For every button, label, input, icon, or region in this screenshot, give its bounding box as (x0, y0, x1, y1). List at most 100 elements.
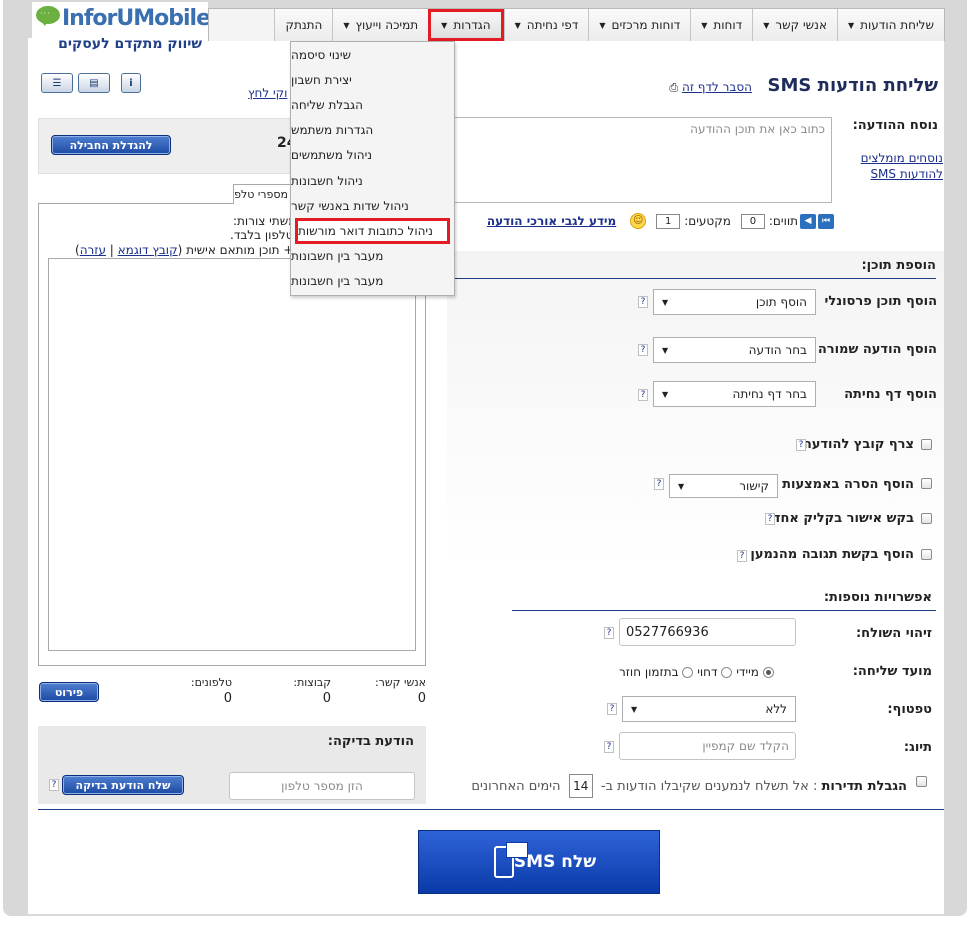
help-question-icon[interactable]: ? (604, 741, 614, 753)
one-click-checkbox[interactable] (921, 513, 932, 524)
dropdown-arrow-icon: ▼ (662, 389, 669, 399)
chevron-down-icon: ▼ (343, 20, 350, 30)
options-title: אפשרויות נוספות: (823, 590, 932, 605)
reply-request-label: הוסף בקשת תגובה מהנמען (750, 547, 914, 562)
prev-page-icon[interactable]: ◀ (800, 213, 816, 229)
help-question-icon[interactable]: ? (638, 389, 648, 401)
radio-immediate[interactable] (762, 667, 774, 678)
brand-logo[interactable]: ··· InforUMobile שיווק מתקדם לעסקים (32, 2, 211, 70)
help-link[interactable]: הסבר לדף זה (682, 80, 752, 94)
info-button[interactable]: i (121, 73, 141, 93)
page-help[interactable]: הסבר לדף זה ⎙ (669, 80, 752, 95)
section-divider (452, 278, 936, 279)
brand-name: InforUMobile (62, 6, 211, 31)
help-question-icon[interactable]: ? (604, 627, 614, 639)
send-sms-button[interactable]: שלח SMS (418, 830, 660, 894)
one-click-label: בקש אישור בקליק אחד (772, 511, 914, 526)
stat-contacts: אנשי קשר: 0 (374, 676, 426, 706)
brand-slogan: שיווק מתקדם לעסקים (58, 36, 202, 52)
segments-count: 1 (656, 213, 681, 229)
dropdown-item-create-account[interactable]: יצירת חשבון (291, 67, 454, 92)
flag-language-button[interactable]: ▤ (78, 73, 110, 93)
attach-file-checkbox[interactable] (921, 439, 932, 450)
instructions-line-1: משתי צורות: (233, 214, 297, 228)
dropdown-arrow-icon: ▼ (662, 297, 669, 307)
printer-icon: ⎙ (669, 81, 679, 94)
sender-input[interactable]: 0527766936 (619, 618, 796, 646)
menu-contacts[interactable]: אנשי קשר ▼ (752, 9, 837, 41)
first-page-icon[interactable]: ⏮ (818, 213, 834, 229)
phone-message-icon (493, 842, 528, 878)
typotip-select[interactable]: ללא ▼ (622, 696, 796, 722)
dropdown-item-change-password[interactable]: שינוי סיסמה (291, 42, 454, 67)
help-question-icon[interactable]: ? (638, 296, 648, 308)
menu-logout[interactable]: התנתק (274, 9, 333, 41)
radio-recurring[interactable] (682, 667, 694, 678)
chevron-down-icon: ▼ (763, 20, 770, 30)
unsubscribe-select[interactable]: קישור ▼ (669, 474, 778, 498)
details-button[interactable]: פירוט (39, 682, 99, 702)
text-direction-button[interactable]: ☰ (41, 73, 73, 93)
dropdown-item-manage-accounts[interactable]: ניהול חשבונות (291, 168, 454, 193)
help-link-left[interactable]: עזרה (80, 243, 106, 257)
menu-reports[interactable]: דוחות ▼ (690, 9, 753, 41)
help-question-icon[interactable]: ? (765, 513, 775, 525)
chat-dots-icon: ··· (40, 9, 51, 18)
help-question-icon[interactable]: ? (654, 478, 664, 490)
align-icon: ☰ (52, 77, 62, 89)
tab-phone-numbers[interactable]: מספרי טלפון (233, 184, 293, 204)
frequency-days-input[interactable]: 14 (568, 774, 593, 798)
personal-content-select[interactable]: הוסף תוכן ▼ (653, 289, 816, 315)
saved-message-select[interactable]: בחר הודעה ▼ (653, 337, 816, 363)
message-textarea[interactable]: כתוב כאן את תוכן ההודעה (452, 117, 832, 203)
top-menu: שליחת הודעות ▼ אנשי קשר ▼ דוחות ▼ דוחות מרכ… (208, 8, 945, 41)
dropdown-arrow-icon: ▼ (662, 345, 669, 355)
options-divider (512, 610, 936, 611)
help-question-icon[interactable]: ? (796, 439, 806, 451)
segments-label: מקטעים: (684, 214, 731, 228)
reply-request-checkbox[interactable] (921, 549, 932, 560)
phones-textarea[interactable]: טלפון (48, 258, 416, 651)
chevron-down-icon: ▼ (514, 20, 521, 30)
dropdown-item-switch-account-2[interactable]: מעבר בין חשבונות (291, 269, 454, 294)
test-phone-input[interactable]: הזן מספר טלפון (229, 772, 415, 800)
quick-link[interactable]: וקי לחץ (248, 86, 287, 100)
unsubscribe-checkbox[interactable] (921, 478, 932, 489)
tag-input[interactable]: הקלד שם קמפיין (619, 732, 796, 760)
menu-landing-pages[interactable]: דפי נחיתה ▼ (503, 9, 589, 41)
menu-settings[interactable]: הגדרות ▼ (428, 9, 504, 41)
help-question-icon[interactable]: ? (737, 550, 747, 562)
emoji-icon[interactable]: ☺ (630, 213, 647, 229)
radio-delayed[interactable] (721, 667, 733, 678)
help-question-icon[interactable]: ? (607, 703, 617, 715)
settings-dropdown: שינוי סיסמה יצירת חשבון הגבלת שליחה הגדר… (290, 41, 455, 296)
dropdown-item-contact-fields[interactable]: ניהול שדות באנשי קשר (291, 193, 454, 218)
message-label: נוסח ההודעה: (852, 118, 938, 133)
sender-label: זיהוי השולח: (855, 626, 932, 641)
help-question-icon[interactable]: ? (638, 344, 648, 356)
bottom-divider (38, 809, 944, 810)
enlarge-package-button[interactable]: להגדלת החבילה (51, 135, 171, 155)
dropdown-item-user-settings[interactable]: הגדרות משתמש (291, 118, 454, 143)
frequency-checkbox[interactable] (916, 776, 927, 787)
landing-page-select[interactable]: בחר דף נחיתה ▼ (653, 381, 816, 407)
dropdown-item-send-limit[interactable]: הגבלת שליחה (291, 92, 454, 117)
help-question-icon[interactable]: ? (49, 779, 59, 791)
unsubscribe-label: הוסף הסרה באמצעות (782, 477, 914, 492)
chevron-down-icon: ▼ (847, 20, 855, 30)
timing-label: מועד שליחה: (852, 664, 932, 679)
tag-label: תיוג: (903, 740, 932, 755)
menu-support[interactable]: תמיכה וייעוץ ▼ (332, 9, 429, 41)
chars-count: 0 (740, 213, 765, 229)
dropdown-item-authorized-emails[interactable]: ניהול כתובות דואר מורשות (295, 218, 450, 244)
dropdown-arrow-icon: ▼ (678, 481, 685, 491)
flag-icon: ▤ (89, 77, 99, 89)
menu-summary-reports[interactable]: דוחות מרכזים ▼ (588, 9, 691, 41)
dropdown-item-switch-account[interactable]: מעבר בין חשבונות (291, 244, 454, 269)
example-file-link[interactable]: קובץ דוגמא (118, 243, 178, 257)
long-message-info-link[interactable]: מידע לגבי אורכי הודעה (487, 214, 616, 228)
menu-send-messages[interactable]: שליחת הודעות ▼ (836, 9, 944, 41)
dropdown-item-manage-users[interactable]: ניהול משתמשים (291, 143, 454, 168)
templates-link[interactable]: נוסחים מומלצים להודעות SMS (848, 150, 943, 182)
send-test-button[interactable]: שלח הודעת בדיקה (62, 775, 184, 795)
